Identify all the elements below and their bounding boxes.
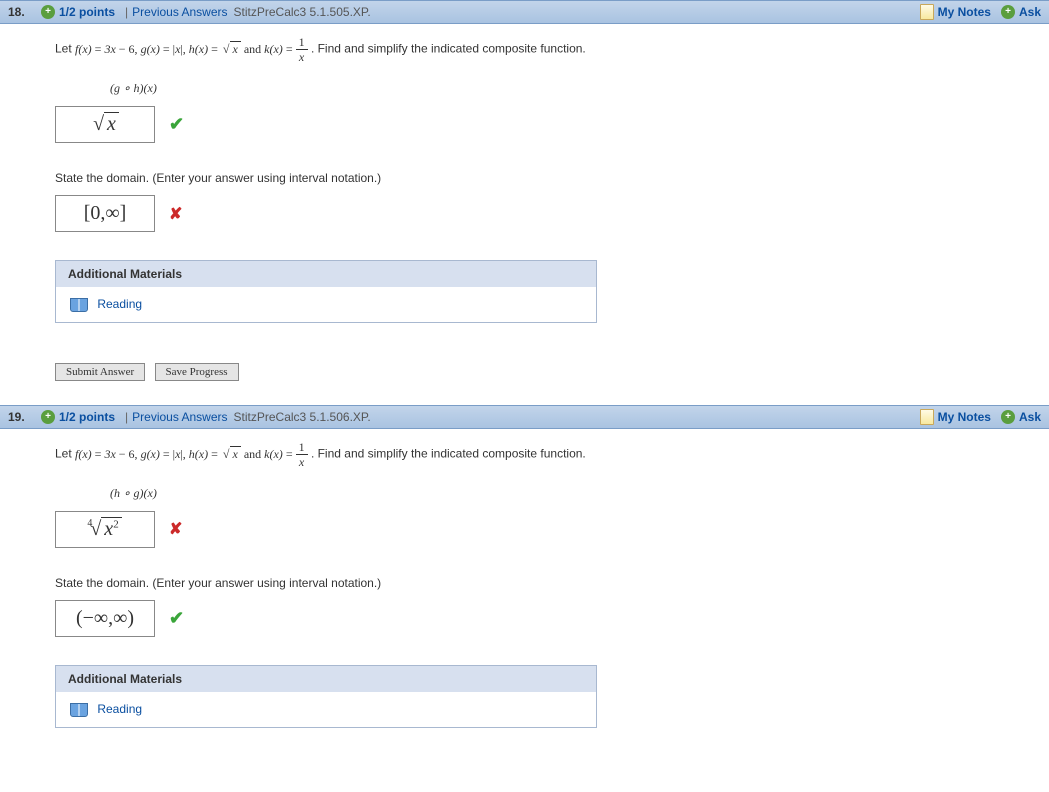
my-notes-link[interactable]: My Notes bbox=[938, 410, 991, 424]
fraction: 1x bbox=[296, 36, 308, 63]
question-header: 18. + 1/2 points | Previous Answers Stit… bbox=[0, 0, 1049, 24]
additional-materials: Additional Materials Reading bbox=[55, 665, 597, 728]
plus-icon[interactable]: + bbox=[1001, 410, 1015, 424]
separator: | bbox=[125, 410, 128, 424]
check-icon: ✔ bbox=[169, 608, 184, 629]
additional-materials-header: Additional Materials bbox=[56, 666, 596, 692]
submit-answer-button[interactable]: Submit Answer bbox=[55, 363, 145, 381]
answer-input[interactable]: x bbox=[55, 106, 155, 143]
answer-row: [0,∞] ✘ bbox=[55, 195, 1049, 232]
domain-prompt: State the domain. (Enter your answer usi… bbox=[55, 576, 1049, 590]
additional-materials: Additional Materials Reading bbox=[55, 260, 597, 323]
question-ref: StitzPreCalc3 5.1.506.XP. bbox=[234, 410, 371, 424]
points-link[interactable]: 1/2 points bbox=[59, 410, 115, 424]
my-notes-link[interactable]: My Notes bbox=[938, 5, 991, 19]
plus-icon[interactable]: + bbox=[41, 410, 55, 424]
note-icon bbox=[920, 409, 934, 425]
cross-icon: ✘ bbox=[169, 519, 182, 539]
prompt-post: . Find and simplify the indicated compos… bbox=[311, 447, 586, 461]
domain-prompt: State the domain. (Enter your answer usi… bbox=[55, 171, 1049, 185]
fraction: 1x bbox=[296, 441, 308, 468]
answer-value: (−∞,∞) bbox=[76, 607, 134, 630]
reading-link[interactable]: Reading bbox=[97, 702, 142, 716]
math-defs: f(x) = 3x − 6, g(x) = |x|, h(x) = x and … bbox=[75, 447, 296, 461]
ask-link[interactable]: Ask bbox=[1019, 5, 1041, 19]
ask-link[interactable]: Ask bbox=[1019, 410, 1041, 424]
prompt-post: . Find and simplify the indicated compos… bbox=[311, 42, 586, 56]
question-number: 19. bbox=[8, 410, 33, 424]
separator: | bbox=[125, 5, 128, 19]
additional-materials-header: Additional Materials bbox=[56, 261, 596, 287]
math-defs: f(x) = 3x − 6, g(x) = |x|, h(x) = x and … bbox=[75, 42, 296, 56]
question-ref: StitzPreCalc3 5.1.505.XP. bbox=[234, 5, 371, 19]
prompt-pre: Let bbox=[55, 42, 75, 56]
sub-question: (h ∘ g)(x) bbox=[110, 486, 1049, 501]
question-prompt: Let f(x) = 3x − 6, g(x) = |x|, h(x) = x … bbox=[55, 36, 1049, 63]
plus-icon[interactable]: + bbox=[41, 5, 55, 19]
question-prompt: Let f(x) = 3x − 6, g(x) = |x|, h(x) = x … bbox=[55, 441, 1049, 468]
answer-input[interactable]: (−∞,∞) bbox=[55, 600, 155, 637]
button-row: Submit Answer Save Progress bbox=[55, 363, 1049, 381]
plus-icon[interactable]: + bbox=[1001, 5, 1015, 19]
reading-link[interactable]: Reading bbox=[97, 297, 142, 311]
answer-input[interactable]: 4x2 bbox=[55, 511, 155, 548]
question-body: Let f(x) = 3x − 6, g(x) = |x|, h(x) = x … bbox=[0, 429, 1049, 792]
answer-input[interactable]: [0,∞] bbox=[55, 195, 155, 232]
question-body: Let f(x) = 3x − 6, g(x) = |x|, h(x) = x … bbox=[0, 24, 1049, 405]
answer-row: (−∞,∞) ✔ bbox=[55, 600, 1049, 637]
book-icon bbox=[70, 298, 88, 312]
answer-row: x ✔ bbox=[55, 106, 1049, 143]
answer-row: 4x2 ✘ bbox=[55, 511, 1049, 548]
points-link[interactable]: 1/2 points bbox=[59, 5, 115, 19]
sub-question: (g ∘ h)(x) bbox=[110, 81, 1049, 96]
prompt-pre: Let bbox=[55, 447, 75, 461]
save-progress-button[interactable]: Save Progress bbox=[155, 363, 239, 381]
previous-answers-link[interactable]: Previous Answers bbox=[132, 410, 227, 424]
note-icon bbox=[920, 4, 934, 20]
previous-answers-link[interactable]: Previous Answers bbox=[132, 5, 227, 19]
question-header: 19. + 1/2 points | Previous Answers Stit… bbox=[0, 405, 1049, 429]
answer-value: [0,∞] bbox=[84, 202, 127, 225]
cross-icon: ✘ bbox=[169, 204, 182, 224]
question-number: 18. bbox=[8, 5, 33, 19]
check-icon: ✔ bbox=[169, 114, 184, 135]
book-icon bbox=[70, 703, 88, 717]
